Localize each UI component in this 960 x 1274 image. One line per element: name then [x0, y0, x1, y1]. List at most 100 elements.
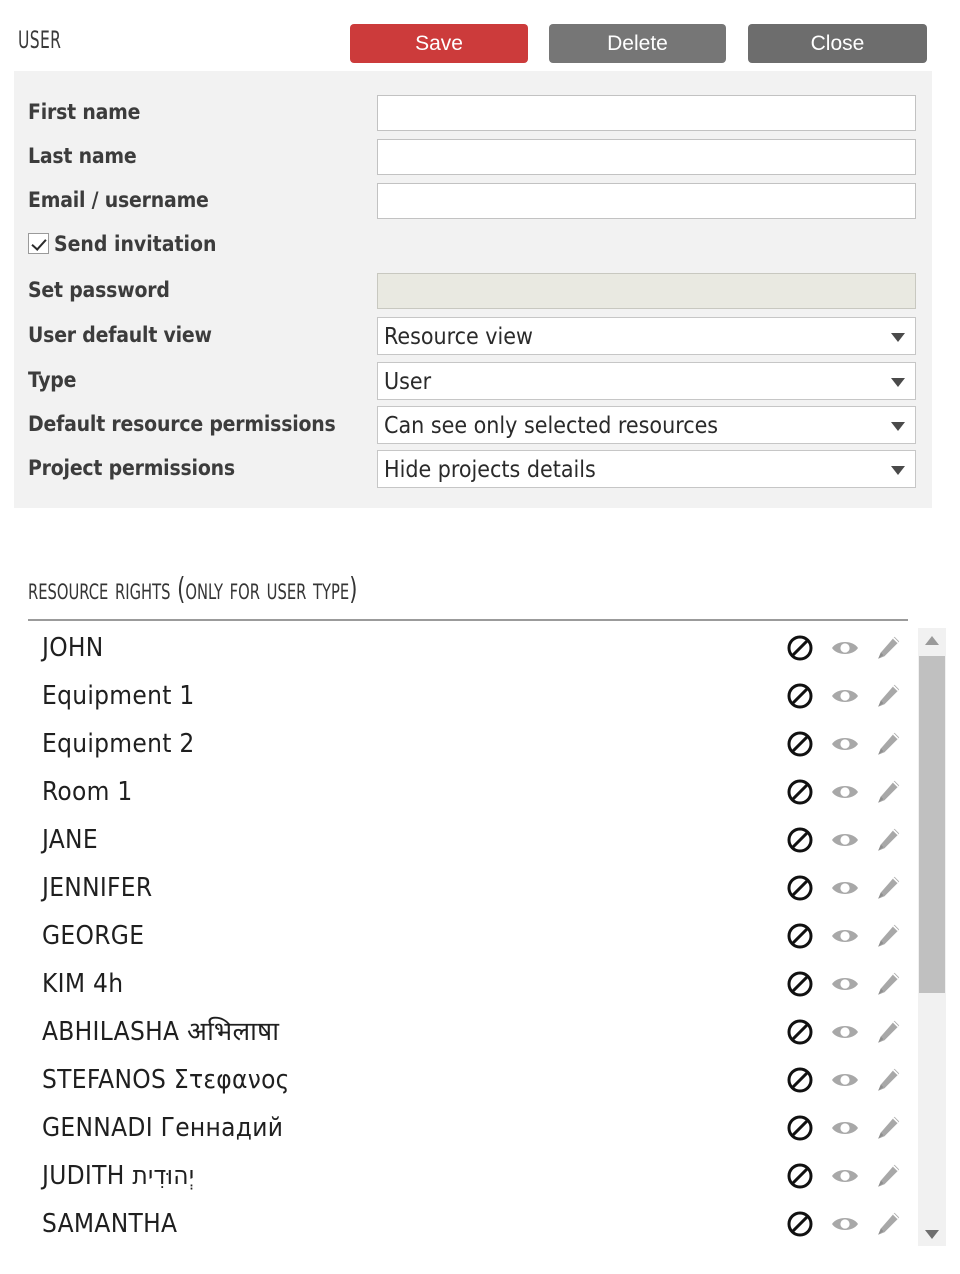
- resource-permission-icons: [786, 960, 902, 1008]
- resource-permission-icons: [786, 864, 902, 912]
- resource-name: KIM 4h: [42, 960, 123, 1008]
- ban-icon[interactable]: [786, 970, 814, 998]
- user-form-panel: First name Last name Email / username Se…: [14, 71, 932, 508]
- eye-icon[interactable]: [830, 730, 858, 758]
- send-invitation-checkbox[interactable]: [28, 233, 49, 254]
- resource-name: GENNADI Геннадий: [42, 1104, 283, 1152]
- eye-icon[interactable]: [830, 1162, 858, 1190]
- resource-row[interactable]: ABHILASHA अभिलाषा: [0, 1008, 960, 1056]
- resource-row[interactable]: SAMANTHA: [0, 1200, 960, 1248]
- default-resource-permissions-value: Can see only selected resources: [384, 407, 718, 445]
- pencil-icon[interactable]: [874, 826, 902, 854]
- first-name-label: First name: [28, 90, 140, 134]
- resource-rights-heading: Resource Rights (only for User type): [28, 575, 357, 605]
- resource-row[interactable]: STEFANOS Στεφανος: [0, 1056, 960, 1104]
- set-password-label: Set password: [28, 268, 170, 312]
- resource-permission-icons: [786, 816, 902, 864]
- pencil-icon[interactable]: [874, 682, 902, 710]
- resource-name: JENNIFER: [42, 864, 152, 912]
- eye-icon[interactable]: [830, 682, 858, 710]
- eye-icon[interactable]: [830, 970, 858, 998]
- resource-row[interactable]: KIM 4h: [0, 960, 960, 1008]
- pencil-icon[interactable]: [874, 1066, 902, 1094]
- eye-icon[interactable]: [830, 1210, 858, 1238]
- pencil-icon[interactable]: [874, 970, 902, 998]
- pencil-icon[interactable]: [874, 1018, 902, 1046]
- ban-icon[interactable]: [786, 1210, 814, 1238]
- eye-icon[interactable]: [830, 922, 858, 950]
- first-name-input[interactable]: [377, 95, 916, 131]
- ban-icon[interactable]: [786, 634, 814, 662]
- save-button[interactable]: Save: [350, 24, 528, 63]
- resource-permission-icons: [786, 1056, 902, 1104]
- resource-row[interactable]: JOHN: [0, 624, 960, 672]
- eye-icon[interactable]: [830, 826, 858, 854]
- resource-row[interactable]: Room 1: [0, 768, 960, 816]
- ban-icon[interactable]: [786, 1066, 814, 1094]
- ban-icon[interactable]: [786, 682, 814, 710]
- pencil-icon[interactable]: [874, 1114, 902, 1142]
- ban-icon[interactable]: [786, 730, 814, 758]
- default-resource-permissions-select[interactable]: Can see only selected resources: [377, 406, 916, 444]
- section-divider: [28, 619, 908, 621]
- resource-row[interactable]: JUDITH יְהוּדִית: [0, 1152, 960, 1200]
- resource-row[interactable]: GEORGE: [0, 912, 960, 960]
- scroll-up-button[interactable]: [918, 628, 946, 652]
- type-select[interactable]: User: [377, 362, 916, 400]
- last-name-label: Last name: [28, 134, 137, 178]
- scroll-down-button[interactable]: [918, 1222, 946, 1246]
- ban-icon[interactable]: [786, 922, 814, 950]
- eye-icon[interactable]: [830, 634, 858, 662]
- resource-name: ABHILASHA अभिलाषा: [42, 1008, 279, 1056]
- resource-row[interactable]: JENNIFER: [0, 864, 960, 912]
- resource-name: JANE: [42, 816, 98, 864]
- ban-icon[interactable]: [786, 1162, 814, 1190]
- ban-icon[interactable]: [786, 826, 814, 854]
- scrollbar-thumb[interactable]: [919, 656, 945, 993]
- ban-icon[interactable]: [786, 874, 814, 902]
- field-row-default-resource-permissions: Default resource permissions Can see onl…: [14, 402, 932, 446]
- set-password-input: [377, 273, 916, 309]
- chevron-down-icon: [891, 378, 905, 387]
- project-permissions-select[interactable]: Hide projects details: [377, 450, 916, 488]
- resource-permission-icons: [786, 912, 902, 960]
- resource-name: JOHN: [42, 624, 104, 672]
- eye-icon[interactable]: [830, 778, 858, 806]
- pencil-icon[interactable]: [874, 1162, 902, 1190]
- pencil-icon[interactable]: [874, 634, 902, 662]
- eye-icon[interactable]: [830, 1018, 858, 1046]
- pencil-icon[interactable]: [874, 1210, 902, 1238]
- resource-list-scrollbar[interactable]: [918, 628, 946, 1246]
- resource-name: GEORGE: [42, 912, 144, 960]
- pencil-icon[interactable]: [874, 778, 902, 806]
- resource-row[interactable]: JANE: [0, 816, 960, 864]
- pencil-icon[interactable]: [874, 922, 902, 950]
- pencil-icon[interactable]: [874, 730, 902, 758]
- resource-rights-list[interactable]: JOHNEquipment 1Equipment 2Room 1JANEJENN…: [0, 624, 960, 1250]
- header-bar: User Save Delete Close: [0, 0, 960, 76]
- resource-permission-icons: [786, 768, 902, 816]
- resource-permission-icons: [786, 1200, 902, 1248]
- ban-icon[interactable]: [786, 778, 814, 806]
- default-resource-permissions-label: Default resource permissions: [28, 402, 336, 446]
- ban-icon[interactable]: [786, 1018, 814, 1046]
- resource-permission-icons: [786, 672, 902, 720]
- chevron-down-icon: [891, 333, 905, 342]
- resource-permission-icons: [786, 1104, 902, 1152]
- email-username-label: Email / username: [28, 178, 209, 222]
- eye-icon[interactable]: [830, 1066, 858, 1094]
- project-permissions-value: Hide projects details: [384, 451, 596, 489]
- last-name-input[interactable]: [377, 139, 916, 175]
- resource-row[interactable]: Equipment 2: [0, 720, 960, 768]
- pencil-icon[interactable]: [874, 874, 902, 902]
- eye-icon[interactable]: [830, 874, 858, 902]
- delete-button[interactable]: Delete: [549, 24, 726, 63]
- resource-row[interactable]: Equipment 1: [0, 672, 960, 720]
- ban-icon[interactable]: [786, 1114, 814, 1142]
- user-default-view-value: Resource view: [384, 318, 533, 356]
- resource-row[interactable]: GENNADI Геннадий: [0, 1104, 960, 1152]
- email-username-input[interactable]: [377, 183, 916, 219]
- close-button[interactable]: Close: [748, 24, 927, 63]
- user-default-view-select[interactable]: Resource view: [377, 317, 916, 355]
- eye-icon[interactable]: [830, 1114, 858, 1142]
